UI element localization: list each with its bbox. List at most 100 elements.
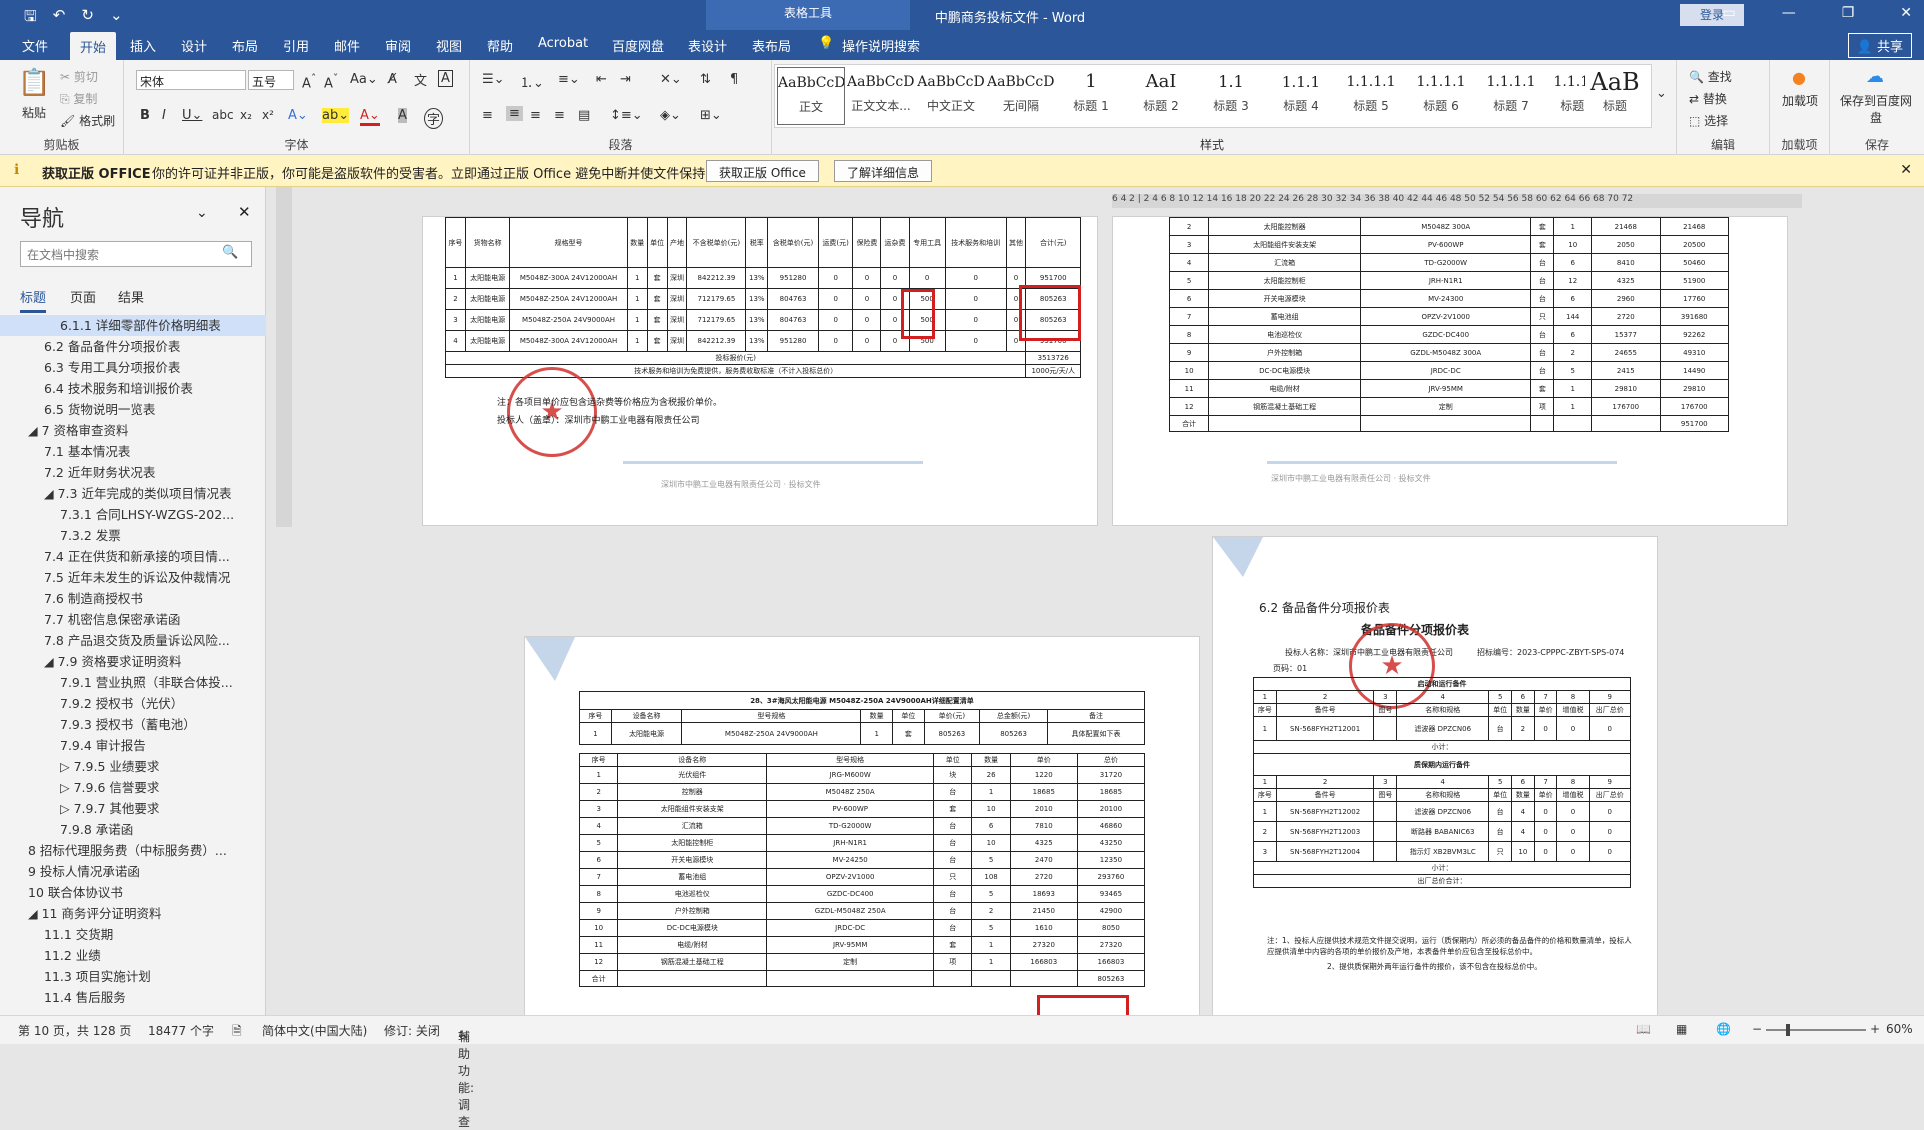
table-cell[interactable]: 11 [578,936,619,954]
table-cell[interactable]: 0 [817,330,854,352]
table-cell[interactable]: 单位 [1488,703,1513,717]
table-cell[interactable]: 5 [1553,361,1593,380]
bold-icon[interactable]: B [140,108,150,123]
nav-heading-item[interactable]: ▷ 7.9.6 信誉要求 [0,777,266,798]
table-cell[interactable]: 1 [626,309,648,331]
table-cell[interactable]: 0 [1533,821,1558,842]
table-cell[interactable]: 套 [646,288,668,310]
table-cell[interactable]: JRV-95MM [766,936,935,954]
table-cell[interactable]: 1 [626,330,648,352]
table-cell[interactable]: 6 [578,851,619,869]
customize-qa-icon[interactable]: ⌄ [110,6,123,31]
nav-heading-item[interactable]: ◢ 7 资格审查资料 [0,420,266,441]
table-cell[interactable]: MV-24250 [766,851,935,869]
font-name-combo[interactable]: 宋体 [136,70,246,90]
table-cell[interactable]: 6 [1168,289,1210,308]
justify-icon[interactable]: ≡ [554,108,565,123]
table-cell[interactable]: 不含税单价(元) [686,217,747,268]
table-cell[interactable]: 1 [860,722,894,745]
nav-heading-item[interactable]: ▷ 7.9.5 业绩要求 [0,756,266,777]
table-cell[interactable]: 166803 [1009,953,1078,971]
tab-table-layout[interactable]: 表布局 [752,36,791,55]
table-cell[interactable]: 951280 [767,267,819,289]
table-cell[interactable]: 108 [971,868,1011,886]
table-cell[interactable]: 5 [971,885,1011,903]
table-cell[interactable]: 1 [1553,397,1593,416]
table-cell[interactable]: 技术服务和培训 [944,217,1007,268]
table-cell[interactable]: OPZV-2V1000 [1360,307,1532,326]
highlight-icon[interactable]: ab⌄ [322,108,350,123]
table-cell[interactable]: 序号 [1253,788,1277,802]
style-heading-1[interactable]: 1 标题 1 [1057,67,1125,125]
table-cell[interactable]: 7810 [1009,817,1078,835]
table-cell[interactable]: 28、3#海风太阳能电源 M5048Z-250A 24V9000AH详细配置清单 [579,691,1145,710]
table-cell[interactable]: 10 [1511,841,1535,862]
table-cell[interactable]: 3513726 [1025,351,1081,365]
table-cell[interactable]: 2720 [1009,868,1078,886]
table-cell[interactable]: 10 [971,834,1011,852]
share-button[interactable]: 👤 共享 [1847,33,1912,58]
strikethrough-icon[interactable]: abc [212,108,234,122]
table-cell[interactable]: 3 [445,309,466,331]
minimize-icon[interactable]: — [1782,5,1796,21]
table-cell[interactable]: 台 [1488,801,1513,822]
table-cell[interactable]: 太阳能控制柜 [1208,271,1362,290]
table-cell[interactable]: 深圳 [666,288,688,310]
table-cell[interactable] [766,970,935,987]
table-cell[interactable]: 数量 [1511,703,1535,717]
table-cell[interactable]: 1220 [1009,766,1078,784]
nav-heading-item[interactable]: 7.9.4 审计报告 [0,735,266,756]
nav-heading-item[interactable]: ◢ 7.3 近年完成的类似项目情况表 [0,483,266,504]
nav-heading-item[interactable]: 10 联合体协议书 [0,882,266,903]
table-cell[interactable]: 8 [578,885,619,903]
nav-heading-item[interactable]: 7.2 近年财务状况表 [0,462,266,483]
table-cell[interactable]: 2 [1168,217,1210,236]
table-cell[interactable]: 套 [892,722,925,745]
table-cell[interactable]: 21468 [1591,217,1661,236]
table-cell[interactable]: 4 [1168,253,1210,272]
table-cell[interactable]: 开关电源模块 [1208,289,1362,308]
table-cell[interactable]: 2050 [1591,235,1661,254]
table-cell[interactable]: 蓄电池组 [1208,307,1362,326]
table-cell[interactable]: DC-DC电源模块 [1208,361,1362,380]
table-cell[interactable]: 1 [971,953,1011,971]
shading-icon[interactable]: ◈⌄ [660,108,681,123]
table-cell[interactable]: 深圳 [666,267,688,289]
select-button[interactable]: ⬚ 选择 [1689,112,1728,129]
table-cell[interactable]: 1 [1253,775,1277,789]
table-cell[interactable]: 0 [1588,821,1632,842]
nav-heading-item[interactable]: 6.4 技术服务和培训报价表 [0,378,266,399]
page-count[interactable]: 第 10 页，共 128 页 [18,1022,131,1039]
table-cell[interactable]: 31720 [1076,766,1146,784]
document-page-3[interactable]: 28、3#海风太阳能电源 M5048Z-250A 24V9000AH详细配置清单… [524,636,1200,1023]
nav-heading-item[interactable]: 7.1 基本情况表 [0,441,266,462]
borders-icon[interactable]: ⊞⌄ [700,108,722,123]
tab-layout[interactable]: 布局 [232,36,258,55]
style-heading-4[interactable]: 1.1.1 标题 4 [1267,67,1335,125]
table-cell[interactable]: 12 [1168,397,1210,416]
table-cell[interactable]: JRDC-DC [1360,361,1532,380]
table-cell[interactable]: 只 [933,868,973,886]
increase-indent-icon[interactable]: ⇥ [620,72,631,87]
table-cell[interactable]: 4 [1511,801,1535,822]
search-icon[interactable]: 🔍 [222,245,238,260]
table-cell[interactable]: 台 [1488,716,1513,741]
table-cell[interactable]: 单位 [646,217,668,268]
table-cell[interactable]: 2470 [1009,851,1078,869]
table-cell[interactable]: 专用工具 [908,217,946,268]
nav-heading-item[interactable]: 9 投标人情况承诺函 [0,861,266,882]
table-cell[interactable]: 17760 [1659,289,1729,308]
table-cell[interactable]: 9 [578,902,619,920]
table-cell[interactable]: 4 [445,330,466,352]
table-cell[interactable]: 出厂总价 [1588,703,1632,717]
table-cell[interactable]: 合计(元) [1025,217,1081,268]
font-color-icon[interactable]: A⌄ [360,108,380,126]
table-cell[interactable]: 0 [852,309,882,331]
language-status[interactable]: 简体中文(中国大陆) [262,1022,367,1039]
table-cell[interactable]: 93465 [1076,885,1146,903]
table-cell[interactable]: 单价 [1533,788,1558,802]
table-cell[interactable]: 图号 [1373,703,1398,717]
table-cell[interactable]: 台 [933,851,973,869]
table-cell[interactable]: 套 [1530,235,1555,254]
table-cell[interactable]: 0 [852,267,882,289]
